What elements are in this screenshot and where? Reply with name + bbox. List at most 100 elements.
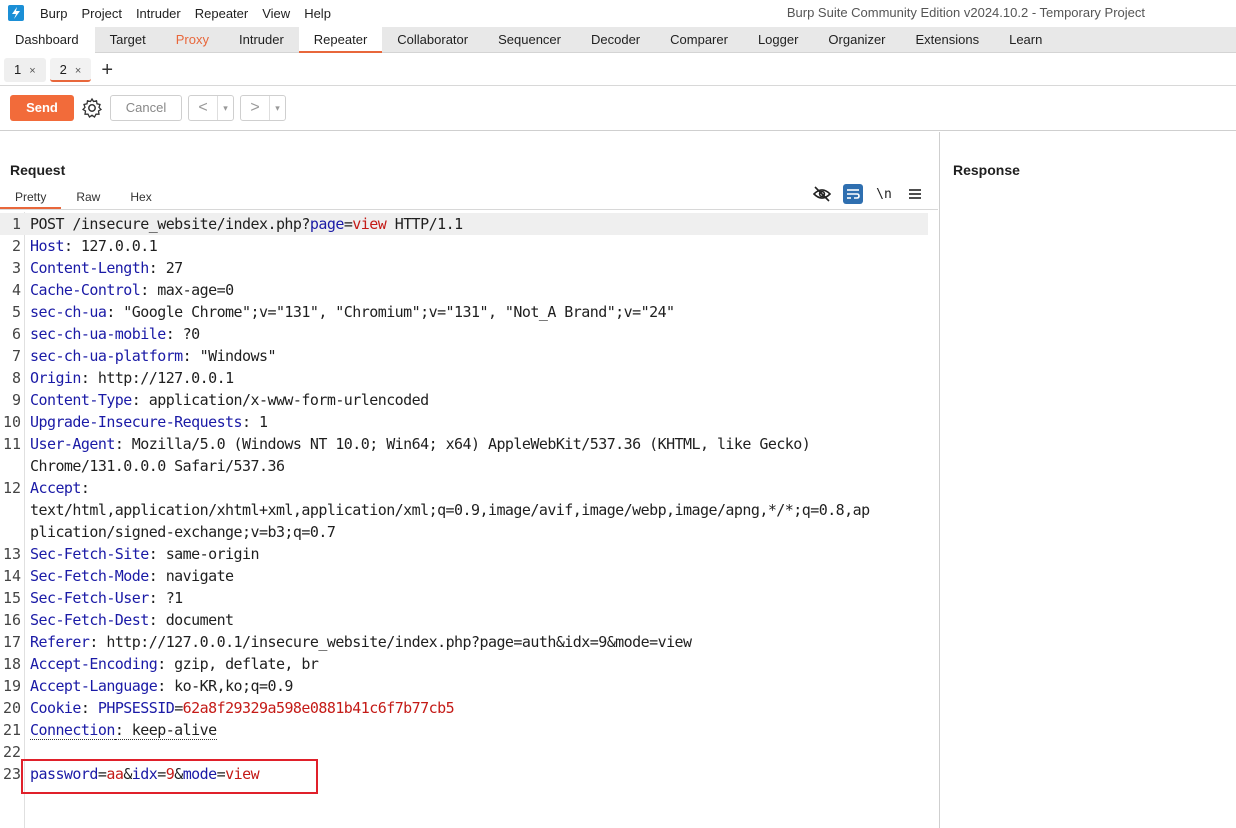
header-value: : document bbox=[148, 611, 234, 629]
line-number: 16 bbox=[2, 611, 21, 629]
cookie-name: PHPSESSID bbox=[97, 699, 175, 717]
request-editor[interactable]: 1 POST /insecure_website/index.php?page=v… bbox=[0, 212, 930, 828]
header-name: Sec-Fetch-Dest bbox=[30, 611, 149, 629]
repeater-tab-label: 2 bbox=[59, 61, 67, 77]
line-number: 17 bbox=[2, 633, 21, 651]
menu-bar: Burp Project Intruder Repeater View Help Burp… bbox=[0, 0, 1236, 26]
tab-logger[interactable]: Logger bbox=[743, 27, 813, 53]
request-line: POST /insecure_website/index.php? bbox=[30, 215, 310, 233]
repeater-tab[interactable]: 2 × bbox=[49, 57, 92, 82]
view-tab-hex[interactable]: Hex bbox=[115, 186, 166, 209]
tab-organizer[interactable]: Organizer bbox=[813, 27, 900, 53]
header-name: Accept bbox=[30, 479, 81, 497]
line-content: Accept-Language: ko-KR,ko;q=0.9 bbox=[30, 675, 293, 697]
cookie-value: 62a8f29329a598e0881b41c6f7b77cb5 bbox=[182, 699, 455, 717]
eye-slash-icon[interactable] bbox=[812, 184, 832, 204]
repeater-tab[interactable]: 1 × bbox=[4, 57, 46, 82]
menu-item-repeater[interactable]: Repeater bbox=[195, 6, 248, 21]
header-value: : 27 bbox=[148, 259, 183, 277]
forward-nav-group[interactable]: > ▾ bbox=[240, 95, 286, 121]
header-value: : application/x-www-form-urlencoded bbox=[131, 391, 429, 409]
line-content: Host: 127.0.0.1 bbox=[30, 235, 158, 257]
tab-comparer[interactable]: Comparer bbox=[655, 27, 743, 53]
header-name: Upgrade-Insecure-Requests bbox=[30, 413, 243, 431]
back-arrow-icon[interactable]: < bbox=[189, 99, 217, 117]
body-highlight-box bbox=[21, 759, 318, 794]
menu-icon[interactable] bbox=[905, 184, 925, 204]
tab-repeater[interactable]: Repeater bbox=[298, 27, 383, 53]
line-number: 7 bbox=[11, 347, 21, 365]
back-dropdown-icon[interactable]: ▾ bbox=[217, 96, 233, 120]
request-panel: Request Pretty Raw Hex \n 1 POST /insecu… bbox=[0, 132, 940, 828]
line-number: 22 bbox=[2, 743, 21, 761]
line-content: Sec-Fetch-Mode: navigate bbox=[30, 565, 234, 587]
menu-item-project[interactable]: Project bbox=[81, 6, 121, 21]
line-content: sec-ch-ua: "Google Chrome";v="131", "Chr… bbox=[30, 301, 675, 323]
header-name: Content-Length bbox=[30, 259, 149, 277]
header-value-continued: text/html,application/xhtml+xml,applicat… bbox=[30, 501, 870, 519]
header-name: Cookie bbox=[30, 699, 81, 717]
menu-item-intruder[interactable]: Intruder bbox=[136, 6, 181, 21]
tab-extensions[interactable]: Extensions bbox=[901, 27, 995, 53]
header-name: Sec-Fetch-User bbox=[30, 589, 149, 607]
line-number: 23 bbox=[2, 765, 21, 783]
line-number: 6 bbox=[11, 325, 21, 343]
line-number: 18 bbox=[2, 655, 21, 673]
newline-icon[interactable]: \n bbox=[874, 184, 894, 204]
header-name: Cache-Control bbox=[30, 281, 141, 299]
tab-proxy[interactable]: Proxy bbox=[161, 27, 224, 53]
cancel-button[interactable]: Cancel bbox=[110, 95, 182, 121]
line-number: 9 bbox=[11, 391, 21, 409]
header-value: : keep-alive bbox=[114, 721, 217, 740]
line-number: 21 bbox=[2, 721, 21, 739]
line-number: 11 bbox=[2, 435, 21, 453]
menu-item-view[interactable]: View bbox=[262, 6, 290, 21]
header-value: : ko-KR,ko;q=0.9 bbox=[157, 677, 293, 695]
line-number: 8 bbox=[11, 369, 21, 387]
tab-intruder[interactable]: Intruder bbox=[224, 27, 299, 53]
header-value: : same-origin bbox=[148, 545, 260, 563]
tab-learn[interactable]: Learn bbox=[994, 27, 1057, 53]
line-content: Accept-Encoding: gzip, deflate, br bbox=[30, 653, 319, 675]
send-button[interactable]: Send bbox=[10, 95, 74, 121]
header-name: Content-Type bbox=[30, 391, 132, 409]
editor-icons: \n bbox=[801, 184, 925, 204]
line-content: Content-Type: application/x-www-form-url… bbox=[30, 389, 429, 411]
header-name: Origin bbox=[30, 369, 81, 387]
header-name: Accept-Encoding bbox=[30, 655, 158, 673]
close-tab-icon[interactable]: × bbox=[75, 65, 81, 77]
menu-item-burp[interactable]: Burp bbox=[40, 6, 67, 21]
line-number: 20 bbox=[2, 699, 21, 717]
line-content: Cookie: PHPSESSID=62a8f29329a598e0881b41… bbox=[30, 697, 455, 719]
tab-sequencer[interactable]: Sequencer bbox=[483, 27, 576, 53]
tab-collaborator[interactable]: Collaborator bbox=[382, 27, 483, 53]
back-nav-group[interactable]: < ▾ bbox=[188, 95, 234, 121]
line-number: 3 bbox=[11, 259, 21, 277]
menu-item-help[interactable]: Help bbox=[304, 6, 331, 21]
header-value: : http://127.0.0.1/insecure_website/inde… bbox=[89, 633, 692, 651]
add-tab-button[interactable]: + bbox=[101, 60, 113, 80]
line-number: 4 bbox=[11, 281, 21, 299]
query-param-name: page bbox=[309, 215, 344, 233]
line-content: POST /insecure_website/index.php?page=vi… bbox=[30, 213, 463, 235]
line-content: User-Agent: Mozilla/5.0 (Windows NT 10.0… bbox=[30, 433, 811, 455]
code-line: 1 POST /insecure_website/index.php?page=v… bbox=[0, 213, 928, 235]
line-content: Upgrade-Insecure-Requests: 1 bbox=[30, 411, 268, 433]
line-number: 5 bbox=[11, 303, 21, 321]
wrap-lines-icon[interactable] bbox=[843, 184, 863, 204]
header-name: Connection bbox=[30, 721, 115, 740]
settings-gear-icon[interactable] bbox=[80, 96, 104, 120]
close-tab-icon[interactable]: × bbox=[29, 65, 35, 77]
tab-decoder[interactable]: Decoder bbox=[576, 27, 655, 53]
tab-target[interactable]: Target bbox=[95, 27, 161, 53]
tab-dashboard[interactable]: Dashboard bbox=[0, 27, 95, 53]
header-name: Sec-Fetch-Mode bbox=[30, 567, 149, 585]
view-tab-raw[interactable]: Raw bbox=[61, 186, 115, 209]
line-content: Chrome/131.0.0.0 Safari/537.36 bbox=[30, 455, 285, 477]
forward-dropdown-icon[interactable]: ▾ bbox=[269, 96, 285, 120]
forward-arrow-icon[interactable]: > bbox=[241, 99, 269, 117]
view-tab-pretty[interactable]: Pretty bbox=[0, 186, 62, 209]
line-number: 14 bbox=[2, 567, 21, 585]
header-value: : http://127.0.0.1 bbox=[80, 369, 234, 387]
line-content: text/html,application/xhtml+xml,applicat… bbox=[30, 499, 870, 521]
